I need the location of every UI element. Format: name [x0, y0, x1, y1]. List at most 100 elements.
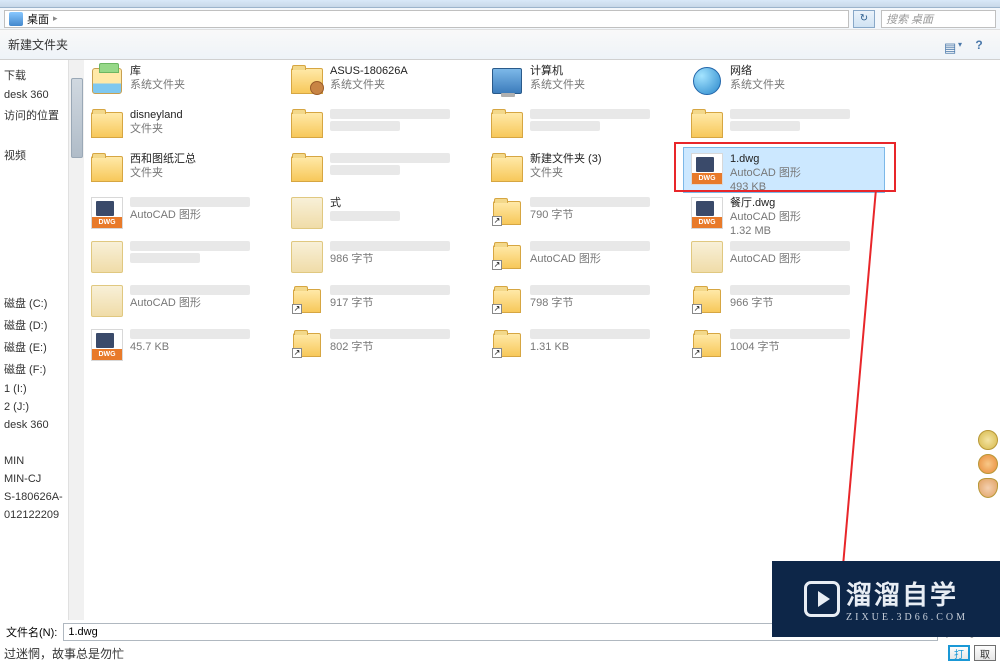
- file-item-text: 1004 字节: [730, 328, 850, 354]
- file-item[interactable]: ↗798 字节: [484, 280, 684, 324]
- watermark-title: 溜溜自学: [846, 575, 968, 612]
- dwg-file-icon: [91, 197, 123, 229]
- sidebar-item[interactable]: 012122209: [0, 506, 68, 524]
- scrollbar-thumb[interactable]: [71, 78, 83, 158]
- new-folder-button[interactable]: 新建文件夹: [8, 36, 68, 53]
- file-item[interactable]: ↗AutoCAD 图形: [484, 236, 684, 280]
- sidebar-item[interactable]: 访问的位置: [0, 104, 68, 126]
- status-text: 过迷惘，故事总是勿忙: [4, 645, 124, 662]
- sidebar: 下载 desk 360 访问的位置 视频 磁盘 (C:) 磁盘 (D:) 磁盘 …: [0, 60, 68, 620]
- sidebar-item[interactable]: 磁盘 (F:): [0, 358, 68, 380]
- file-item-text: 1.31 KB: [530, 328, 650, 354]
- file-item-text: AutoCAD 图形: [130, 284, 250, 310]
- file-item-text: 餐厅.dwgAutoCAD 图形1.32 MB: [730, 196, 801, 238]
- sidebar-item[interactable]: 磁盘 (C:): [0, 292, 68, 314]
- sidebar-scrollbar[interactable]: [68, 60, 84, 620]
- desktop-icon: [9, 12, 23, 26]
- sidebar-item[interactable]: S-180626A-: [0, 488, 68, 506]
- sidebar-item[interactable]: 2 (J:): [0, 398, 68, 416]
- file-item[interactable]: ASUS-180626A系统文件夹: [284, 60, 484, 104]
- dwg-file-icon: [91, 329, 123, 361]
- open-button[interactable]: 打: [948, 645, 970, 661]
- shortcut-icon: ↗: [693, 333, 721, 357]
- folder-icon: [291, 112, 323, 138]
- file-item-text: 798 字节: [530, 284, 650, 310]
- file-item[interactable]: 986 字节: [284, 236, 484, 280]
- file-item-text: AutoCAD 图形: [530, 240, 650, 266]
- flower-icon: [978, 454, 998, 474]
- play-icon: [804, 581, 840, 617]
- sidebar-item[interactable]: MIN: [0, 452, 68, 470]
- file-item[interactable]: ↗790 字节: [484, 192, 684, 236]
- file-item[interactable]: [684, 104, 884, 148]
- shortcut-icon: ↗: [293, 333, 321, 357]
- refresh-icon: ↻: [860, 13, 868, 24]
- file-item[interactable]: 库系统文件夹: [84, 60, 284, 104]
- file-item[interactable]: [284, 104, 484, 148]
- file-item-text: AutoCAD 图形: [130, 196, 250, 222]
- file-item[interactable]: 新建文件夹 (3)文件夹: [484, 148, 684, 192]
- sidebar-item[interactable]: 视频: [0, 144, 68, 166]
- file-item[interactable]: [284, 148, 484, 192]
- search-placeholder: 搜索 桌面: [886, 11, 933, 27]
- coin-icon: [978, 430, 998, 450]
- breadcrumb-location: 桌面: [27, 11, 49, 27]
- file-item[interactable]: 网络系统文件夹: [684, 60, 884, 104]
- toolbar: 新建文件夹 ▾: [0, 30, 1000, 60]
- watermark-overlay: 溜溜自学 ZIXUE.3D66.COM: [772, 561, 1000, 637]
- blurred-icon: [291, 241, 323, 273]
- file-item[interactable]: 45.7 KB: [84, 324, 284, 368]
- help-button[interactable]: [966, 34, 992, 56]
- cancel-button[interactable]: 取: [974, 645, 996, 661]
- bottom-row: 过迷惘，故事总是勿忙 打 取: [0, 644, 1000, 662]
- sidebar-item[interactable]: 下载: [0, 64, 68, 86]
- sidebar-item[interactable]: 磁盘 (D:): [0, 314, 68, 336]
- shortcut-icon: ↗: [693, 289, 721, 313]
- sidebar-item[interactable]: MIN-CJ: [0, 470, 68, 488]
- file-item[interactable]: ↗ 1004 字节: [684, 324, 884, 368]
- refresh-button[interactable]: ↻: [853, 10, 875, 28]
- sidebar-item[interactable]: 1 (I:): [0, 380, 68, 398]
- file-item[interactable]: AutoCAD 图形: [684, 236, 884, 280]
- file-item[interactable]: AutoCAD 图形: [84, 280, 284, 324]
- file-item-text: 式: [330, 196, 400, 222]
- folder-icon: [491, 112, 523, 138]
- file-item[interactable]: [484, 104, 684, 148]
- file-item-text: 917 字节: [330, 284, 450, 310]
- folder-icon: [291, 156, 323, 182]
- dwg-file-icon: [691, 197, 723, 229]
- file-item[interactable]: [84, 236, 284, 280]
- chevron-right-icon: ▸: [53, 13, 58, 24]
- search-input[interactable]: 搜索 桌面: [881, 10, 996, 28]
- file-item[interactable]: 式: [284, 192, 484, 236]
- file-item[interactable]: 计算机系统文件夹: [484, 60, 684, 104]
- breadcrumb[interactable]: 桌面 ▸: [4, 10, 849, 28]
- file-item[interactable]: ↗ 917 字节: [284, 280, 484, 324]
- file-item[interactable]: disneyland文件夹: [84, 104, 284, 148]
- blurred-icon: [291, 197, 323, 229]
- blurred-icon: [91, 241, 123, 273]
- shortcut-icon: ↗: [293, 289, 321, 313]
- file-item[interactable]: ↗966 字节: [684, 280, 884, 324]
- sidebar-item[interactable]: 磁盘 (E:): [0, 336, 68, 358]
- file-item[interactable]: ↗802 字节: [284, 324, 484, 368]
- view-mode-button[interactable]: ▾: [940, 34, 966, 56]
- file-item[interactable]: 西和图纸汇总文件夹: [84, 148, 284, 192]
- file-item[interactable]: 1.dwgAutoCAD 图形493 KB: [684, 148, 884, 192]
- folder-icon: [691, 112, 723, 138]
- sidebar-item[interactable]: desk 360: [0, 86, 68, 104]
- file-item-text: 45.7 KB: [130, 328, 250, 354]
- file-list: 库系统文件夹ASUS-180626A系统文件夹计算机系统文件夹 网络系统文件夹 di…: [84, 60, 1000, 620]
- file-item-text: [530, 108, 650, 132]
- folder-icon: [491, 156, 523, 182]
- sidebar-item[interactable]: desk 360: [0, 416, 68, 434]
- file-item-text: AutoCAD 图形: [730, 240, 850, 266]
- blurred-icon: [91, 285, 123, 317]
- file-item-text: 网络系统文件夹: [730, 64, 785, 92]
- file-item[interactable]: 餐厅.dwgAutoCAD 图形1.32 MB: [684, 192, 884, 236]
- shortcut-icon: ↗: [493, 201, 521, 225]
- file-item[interactable]: AutoCAD 图形: [84, 192, 284, 236]
- computer-icon: [492, 68, 522, 94]
- user-folder-icon: [291, 68, 323, 94]
- file-item[interactable]: ↗1.31 KB: [484, 324, 684, 368]
